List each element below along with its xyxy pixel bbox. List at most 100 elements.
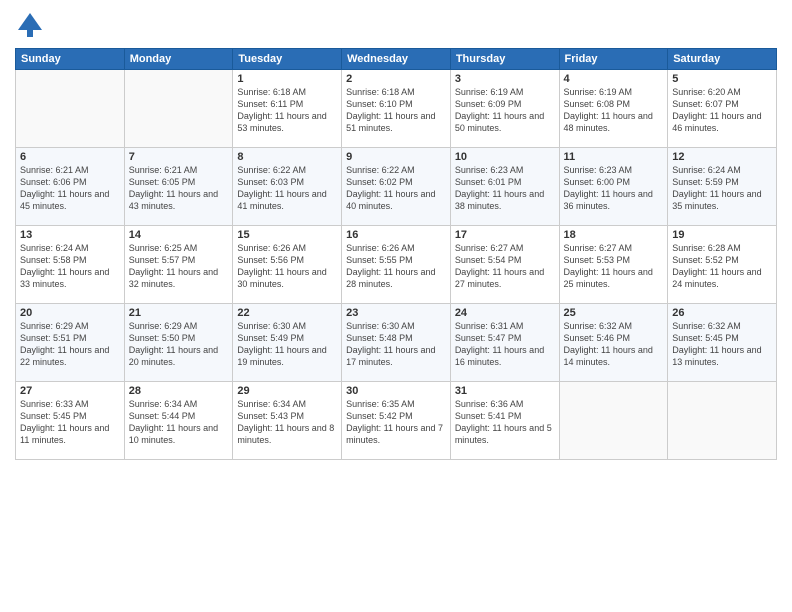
calendar-cell <box>559 382 668 460</box>
day-number: 15 <box>237 229 337 241</box>
day-info: Sunrise: 6:27 AM Sunset: 5:54 PM Dayligh… <box>455 242 555 291</box>
day-info: Sunrise: 6:18 AM Sunset: 6:10 PM Dayligh… <box>346 86 446 135</box>
day-info: Sunrise: 6:32 AM Sunset: 5:45 PM Dayligh… <box>672 320 772 369</box>
calendar-header-row: SundayMondayTuesdayWednesdayThursdayFrid… <box>16 49 777 70</box>
day-number: 23 <box>346 307 446 319</box>
calendar-cell <box>124 70 233 148</box>
day-number: 31 <box>455 385 555 397</box>
day-info: Sunrise: 6:35 AM Sunset: 5:42 PM Dayligh… <box>346 398 446 447</box>
calendar-cell: 25Sunrise: 6:32 AM Sunset: 5:46 PM Dayli… <box>559 304 668 382</box>
day-number: 24 <box>455 307 555 319</box>
calendar-cell: 15Sunrise: 6:26 AM Sunset: 5:56 PM Dayli… <box>233 226 342 304</box>
calendar-cell: 30Sunrise: 6:35 AM Sunset: 5:42 PM Dayli… <box>342 382 451 460</box>
calendar-cell: 4Sunrise: 6:19 AM Sunset: 6:08 PM Daylig… <box>559 70 668 148</box>
day-info: Sunrise: 6:29 AM Sunset: 5:50 PM Dayligh… <box>129 320 229 369</box>
calendar-cell: 23Sunrise: 6:30 AM Sunset: 5:48 PM Dayli… <box>342 304 451 382</box>
day-number: 14 <box>129 229 229 241</box>
day-info: Sunrise: 6:26 AM Sunset: 5:55 PM Dayligh… <box>346 242 446 291</box>
calendar-cell: 11Sunrise: 6:23 AM Sunset: 6:00 PM Dayli… <box>559 148 668 226</box>
day-info: Sunrise: 6:22 AM Sunset: 6:03 PM Dayligh… <box>237 164 337 213</box>
day-number: 9 <box>346 151 446 163</box>
calendar-cell: 28Sunrise: 6:34 AM Sunset: 5:44 PM Dayli… <box>124 382 233 460</box>
day-info: Sunrise: 6:25 AM Sunset: 5:57 PM Dayligh… <box>129 242 229 291</box>
day-info: Sunrise: 6:19 AM Sunset: 6:09 PM Dayligh… <box>455 86 555 135</box>
calendar-cell: 22Sunrise: 6:30 AM Sunset: 5:49 PM Dayli… <box>233 304 342 382</box>
page-header <box>15 10 777 40</box>
day-number: 29 <box>237 385 337 397</box>
calendar-cell: 14Sunrise: 6:25 AM Sunset: 5:57 PM Dayli… <box>124 226 233 304</box>
calendar-cell: 17Sunrise: 6:27 AM Sunset: 5:54 PM Dayli… <box>450 226 559 304</box>
calendar-day-header: Saturday <box>668 49 777 70</box>
day-number: 10 <box>455 151 555 163</box>
day-info: Sunrise: 6:21 AM Sunset: 6:06 PM Dayligh… <box>20 164 120 213</box>
day-number: 27 <box>20 385 120 397</box>
calendar-cell: 6Sunrise: 6:21 AM Sunset: 6:06 PM Daylig… <box>16 148 125 226</box>
calendar-cell: 5Sunrise: 6:20 AM Sunset: 6:07 PM Daylig… <box>668 70 777 148</box>
calendar-cell: 20Sunrise: 6:29 AM Sunset: 5:51 PM Dayli… <box>16 304 125 382</box>
calendar-cell <box>668 382 777 460</box>
day-info: Sunrise: 6:21 AM Sunset: 6:05 PM Dayligh… <box>129 164 229 213</box>
day-number: 8 <box>237 151 337 163</box>
day-info: Sunrise: 6:23 AM Sunset: 6:01 PM Dayligh… <box>455 164 555 213</box>
calendar-cell: 8Sunrise: 6:22 AM Sunset: 6:03 PM Daylig… <box>233 148 342 226</box>
day-info: Sunrise: 6:19 AM Sunset: 6:08 PM Dayligh… <box>564 86 664 135</box>
day-number: 7 <box>129 151 229 163</box>
calendar-cell: 19Sunrise: 6:28 AM Sunset: 5:52 PM Dayli… <box>668 226 777 304</box>
calendar-cell: 18Sunrise: 6:27 AM Sunset: 5:53 PM Dayli… <box>559 226 668 304</box>
day-info: Sunrise: 6:32 AM Sunset: 5:46 PM Dayligh… <box>564 320 664 369</box>
calendar-cell: 2Sunrise: 6:18 AM Sunset: 6:10 PM Daylig… <box>342 70 451 148</box>
day-number: 11 <box>564 151 664 163</box>
day-number: 1 <box>237 73 337 85</box>
logo <box>15 10 49 40</box>
day-info: Sunrise: 6:20 AM Sunset: 6:07 PM Dayligh… <box>672 86 772 135</box>
calendar-day-header: Wednesday <box>342 49 451 70</box>
calendar-day-header: Monday <box>124 49 233 70</box>
day-info: Sunrise: 6:24 AM Sunset: 5:59 PM Dayligh… <box>672 164 772 213</box>
calendar-week-row: 27Sunrise: 6:33 AM Sunset: 5:45 PM Dayli… <box>16 382 777 460</box>
day-info: Sunrise: 6:27 AM Sunset: 5:53 PM Dayligh… <box>564 242 664 291</box>
calendar-cell: 21Sunrise: 6:29 AM Sunset: 5:50 PM Dayli… <box>124 304 233 382</box>
calendar-cell: 9Sunrise: 6:22 AM Sunset: 6:02 PM Daylig… <box>342 148 451 226</box>
calendar-cell: 10Sunrise: 6:23 AM Sunset: 6:01 PM Dayli… <box>450 148 559 226</box>
day-number: 5 <box>672 73 772 85</box>
day-number: 16 <box>346 229 446 241</box>
calendar-cell: 16Sunrise: 6:26 AM Sunset: 5:55 PM Dayli… <box>342 226 451 304</box>
day-number: 4 <box>564 73 664 85</box>
calendar-cell: 29Sunrise: 6:34 AM Sunset: 5:43 PM Dayli… <box>233 382 342 460</box>
calendar-cell: 7Sunrise: 6:21 AM Sunset: 6:05 PM Daylig… <box>124 148 233 226</box>
day-info: Sunrise: 6:34 AM Sunset: 5:43 PM Dayligh… <box>237 398 337 447</box>
day-number: 20 <box>20 307 120 319</box>
day-info: Sunrise: 6:30 AM Sunset: 5:49 PM Dayligh… <box>237 320 337 369</box>
day-number: 22 <box>237 307 337 319</box>
day-number: 13 <box>20 229 120 241</box>
day-info: Sunrise: 6:22 AM Sunset: 6:02 PM Dayligh… <box>346 164 446 213</box>
calendar-week-row: 1Sunrise: 6:18 AM Sunset: 6:11 PM Daylig… <box>16 70 777 148</box>
day-info: Sunrise: 6:26 AM Sunset: 5:56 PM Dayligh… <box>237 242 337 291</box>
calendar-day-header: Thursday <box>450 49 559 70</box>
calendar-cell: 31Sunrise: 6:36 AM Sunset: 5:41 PM Dayli… <box>450 382 559 460</box>
calendar-cell: 13Sunrise: 6:24 AM Sunset: 5:58 PM Dayli… <box>16 226 125 304</box>
day-number: 25 <box>564 307 664 319</box>
day-info: Sunrise: 6:31 AM Sunset: 5:47 PM Dayligh… <box>455 320 555 369</box>
calendar-week-row: 20Sunrise: 6:29 AM Sunset: 5:51 PM Dayli… <box>16 304 777 382</box>
day-number: 19 <box>672 229 772 241</box>
day-info: Sunrise: 6:34 AM Sunset: 5:44 PM Dayligh… <box>129 398 229 447</box>
day-number: 12 <box>672 151 772 163</box>
day-number: 26 <box>672 307 772 319</box>
calendar-week-row: 6Sunrise: 6:21 AM Sunset: 6:06 PM Daylig… <box>16 148 777 226</box>
calendar-day-header: Friday <box>559 49 668 70</box>
day-number: 6 <box>20 151 120 163</box>
calendar-week-row: 13Sunrise: 6:24 AM Sunset: 5:58 PM Dayli… <box>16 226 777 304</box>
day-info: Sunrise: 6:24 AM Sunset: 5:58 PM Dayligh… <box>20 242 120 291</box>
logo-icon <box>15 10 45 40</box>
day-info: Sunrise: 6:18 AM Sunset: 6:11 PM Dayligh… <box>237 86 337 135</box>
day-number: 18 <box>564 229 664 241</box>
day-info: Sunrise: 6:23 AM Sunset: 6:00 PM Dayligh… <box>564 164 664 213</box>
day-number: 3 <box>455 73 555 85</box>
day-number: 2 <box>346 73 446 85</box>
calendar-cell: 26Sunrise: 6:32 AM Sunset: 5:45 PM Dayli… <box>668 304 777 382</box>
day-number: 28 <box>129 385 229 397</box>
calendar-cell <box>16 70 125 148</box>
day-info: Sunrise: 6:29 AM Sunset: 5:51 PM Dayligh… <box>20 320 120 369</box>
calendar-cell: 1Sunrise: 6:18 AM Sunset: 6:11 PM Daylig… <box>233 70 342 148</box>
